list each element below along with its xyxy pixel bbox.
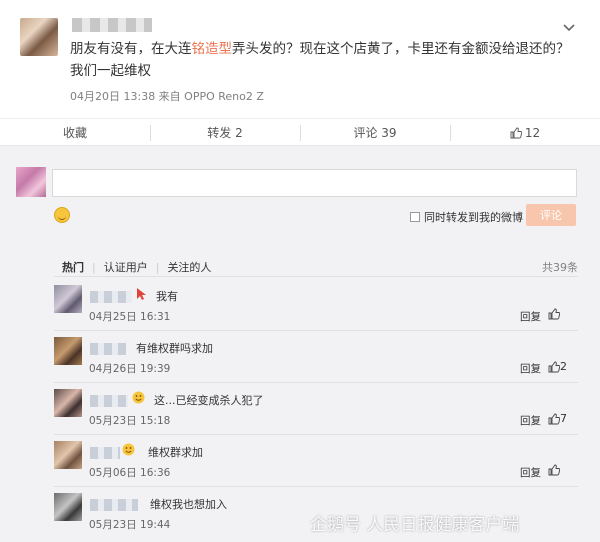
comment-item: 有维权群吗求加 04月26日 19:39 回复 2 (0, 331, 600, 383)
filter-hot[interactable]: 热门 (62, 259, 92, 275)
divider (54, 276, 578, 277)
comment-time: 05月06日 16:36 (89, 467, 171, 479)
submit-comment-button[interactable]: 评论 (526, 204, 576, 226)
comment-time: 05月23日 19:44 (89, 519, 171, 531)
comment-time: 05月23日 15:18 (89, 415, 171, 427)
reply-button[interactable]: 回复 (520, 465, 541, 480)
forward-checkbox[interactable] (410, 212, 420, 222)
like-count: 12 (524, 125, 541, 140)
filter-following[interactable]: 关注的人 (159, 259, 219, 275)
like-button[interactable]: 12 (450, 119, 600, 146)
comment-item: 这...已经变成杀人犯了 05月23日 15:18 回复 7 (0, 383, 600, 435)
commenter-name-blurred[interactable] (90, 499, 138, 511)
post-text-part: 朋友有没有，在大连 (70, 41, 192, 57)
comment-panel: 同时转发到我的微博 评论 热门 | 认证用户 | 关注的人 共39条 我有 04… (0, 152, 600, 542)
filter-verified[interactable]: 认证用户 (96, 259, 156, 275)
comment-total: 共39条 (542, 261, 578, 274)
thumbs-up-icon (548, 464, 560, 476)
comment-text: 这...已经变成杀人犯了 (154, 394, 264, 407)
comment-filters: 热门 | 认证用户 | 关注的人 (62, 259, 219, 275)
comment-text: 维权我也想加入 (150, 498, 227, 511)
forward-option[interactable]: 同时转发到我的微博 (410, 209, 523, 225)
weibo-post: 朋友有没有，在大连铭造型弄头发的？现在这个店黄了，卡里还有金额没给退还的？我们一… (0, 0, 600, 146)
comment-label: 评论 39 (353, 126, 397, 140)
post-text-highlight[interactable]: 铭造型 (192, 41, 233, 57)
comment-input[interactable] (52, 169, 577, 197)
author-avatar[interactable] (20, 18, 58, 56)
comment-text: 维权群求加 (148, 446, 203, 459)
forward-label: 同时转发到我的微博 (424, 211, 523, 224)
comment-like-button[interactable] (548, 464, 560, 476)
action-bar: 收藏 转发 2 评论 39 12 (0, 118, 600, 146)
commenter-name-blurred[interactable] (90, 447, 120, 459)
repost-button[interactable]: 转发 2 (150, 119, 300, 146)
comment-item: 维权群求加 05月06日 16:36 回复 (0, 435, 600, 487)
thumbs-up-icon (548, 361, 560, 372)
commenter-name-blurred[interactable] (90, 343, 126, 355)
comment-like-button[interactable]: 7 (548, 412, 567, 425)
comment-text: 有维权群吗求加 (136, 342, 213, 355)
current-user-avatar (16, 167, 46, 197)
comment-time: 04月26日 19:39 (89, 363, 171, 375)
favorite-button[interactable]: 收藏 (0, 119, 150, 146)
reply-button[interactable]: 回复 (520, 413, 541, 428)
chevron-down-icon[interactable] (562, 20, 576, 34)
thumbs-up-icon (510, 127, 522, 138)
commenter-avatar[interactable] (54, 285, 82, 313)
comment-item: 我有 04月25日 16:31 回复 (0, 279, 600, 331)
comment-like-button[interactable] (548, 308, 560, 320)
cursor-icon (136, 287, 150, 301)
comment-text: 我有 (156, 290, 178, 303)
favorite-label: 收藏 (62, 126, 87, 140)
reply-button[interactable]: 回复 (520, 361, 541, 376)
thumbs-up-icon (548, 413, 560, 424)
comment-like-count: 2 (560, 360, 567, 373)
comment-like-button[interactable]: 2 (548, 360, 567, 373)
repost-label: 转发 2 (207, 126, 243, 140)
commenter-avatar[interactable] (54, 441, 82, 469)
commenter-name-blurred[interactable] (90, 395, 128, 407)
post-meta: 04月20日 13:38 来自 OPPO Reno2 Z (70, 90, 264, 103)
reply-button[interactable]: 回复 (520, 309, 541, 324)
commenter-name-blurred[interactable] (90, 291, 132, 303)
emoji-face-icon (122, 443, 136, 457)
emoji-face-icon (132, 391, 146, 405)
watermark: 企鹅号 人民日报健康客户端 (310, 515, 520, 535)
comment-like-count: 7 (560, 412, 567, 425)
comment-time: 04月25日 16:31 (89, 311, 171, 323)
commenter-avatar[interactable] (54, 389, 82, 417)
comment-button[interactable]: 评论 39 (300, 119, 450, 146)
thumbs-up-icon (548, 308, 560, 320)
commenter-avatar[interactable] (54, 493, 82, 521)
emoji-icon[interactable] (54, 207, 70, 223)
post-text: 朋友有没有，在大连铭造型弄头发的？现在这个店黄了，卡里还有金额没给退还的？我们一… (70, 38, 570, 82)
commenter-avatar[interactable] (54, 337, 82, 365)
author-name-blurred[interactable] (72, 18, 152, 32)
